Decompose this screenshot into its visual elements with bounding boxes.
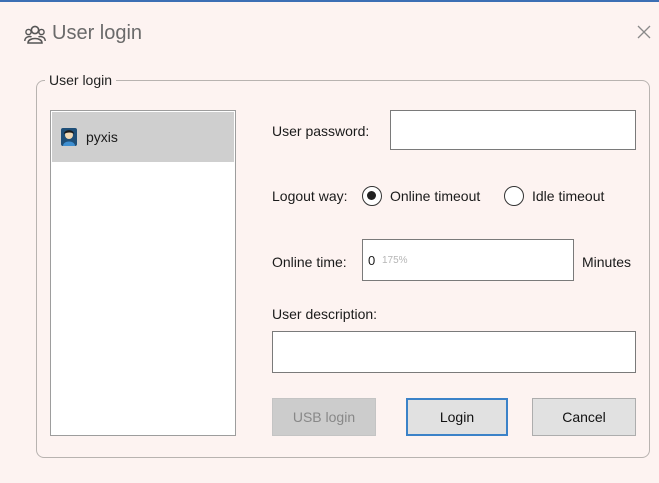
radio-online-timeout[interactable]	[362, 186, 382, 206]
online-time-label: Online time:	[272, 254, 347, 270]
radio-idle-timeout-label[interactable]: Idle timeout	[532, 188, 604, 204]
online-time-value: 0	[368, 253, 376, 268]
group-legend: User login	[49, 72, 113, 88]
password-input[interactable]	[390, 110, 636, 150]
password-label: User password:	[272, 123, 370, 139]
user-avatar-icon	[61, 128, 77, 146]
cancel-button[interactable]: Cancel	[532, 398, 636, 436]
radio-idle-timeout[interactable]	[504, 186, 524, 206]
title-bar: User login	[0, 2, 659, 58]
description-label: User description:	[272, 306, 378, 322]
online-time-unit: Minutes	[582, 254, 632, 270]
radio-online-timeout-label[interactable]: Online timeout	[390, 188, 480, 204]
user-list-item[interactable]: pyxis	[52, 112, 234, 162]
description-input[interactable]	[272, 331, 636, 373]
logout-way-label: Logout way:	[272, 188, 348, 204]
close-icon[interactable]	[632, 20, 656, 44]
users-icon	[24, 25, 46, 44]
window-title: User login	[52, 22, 143, 44]
login-button[interactable]: Login	[406, 398, 508, 436]
usb-login-button[interactable]: USB login	[272, 398, 376, 436]
online-time-ghost-text: 175%	[382, 255, 408, 266]
user-list[interactable]: pyxis	[50, 110, 236, 436]
user-name: pyxis	[86, 129, 118, 145]
online-time-input[interactable]: 0 175%	[362, 239, 574, 281]
